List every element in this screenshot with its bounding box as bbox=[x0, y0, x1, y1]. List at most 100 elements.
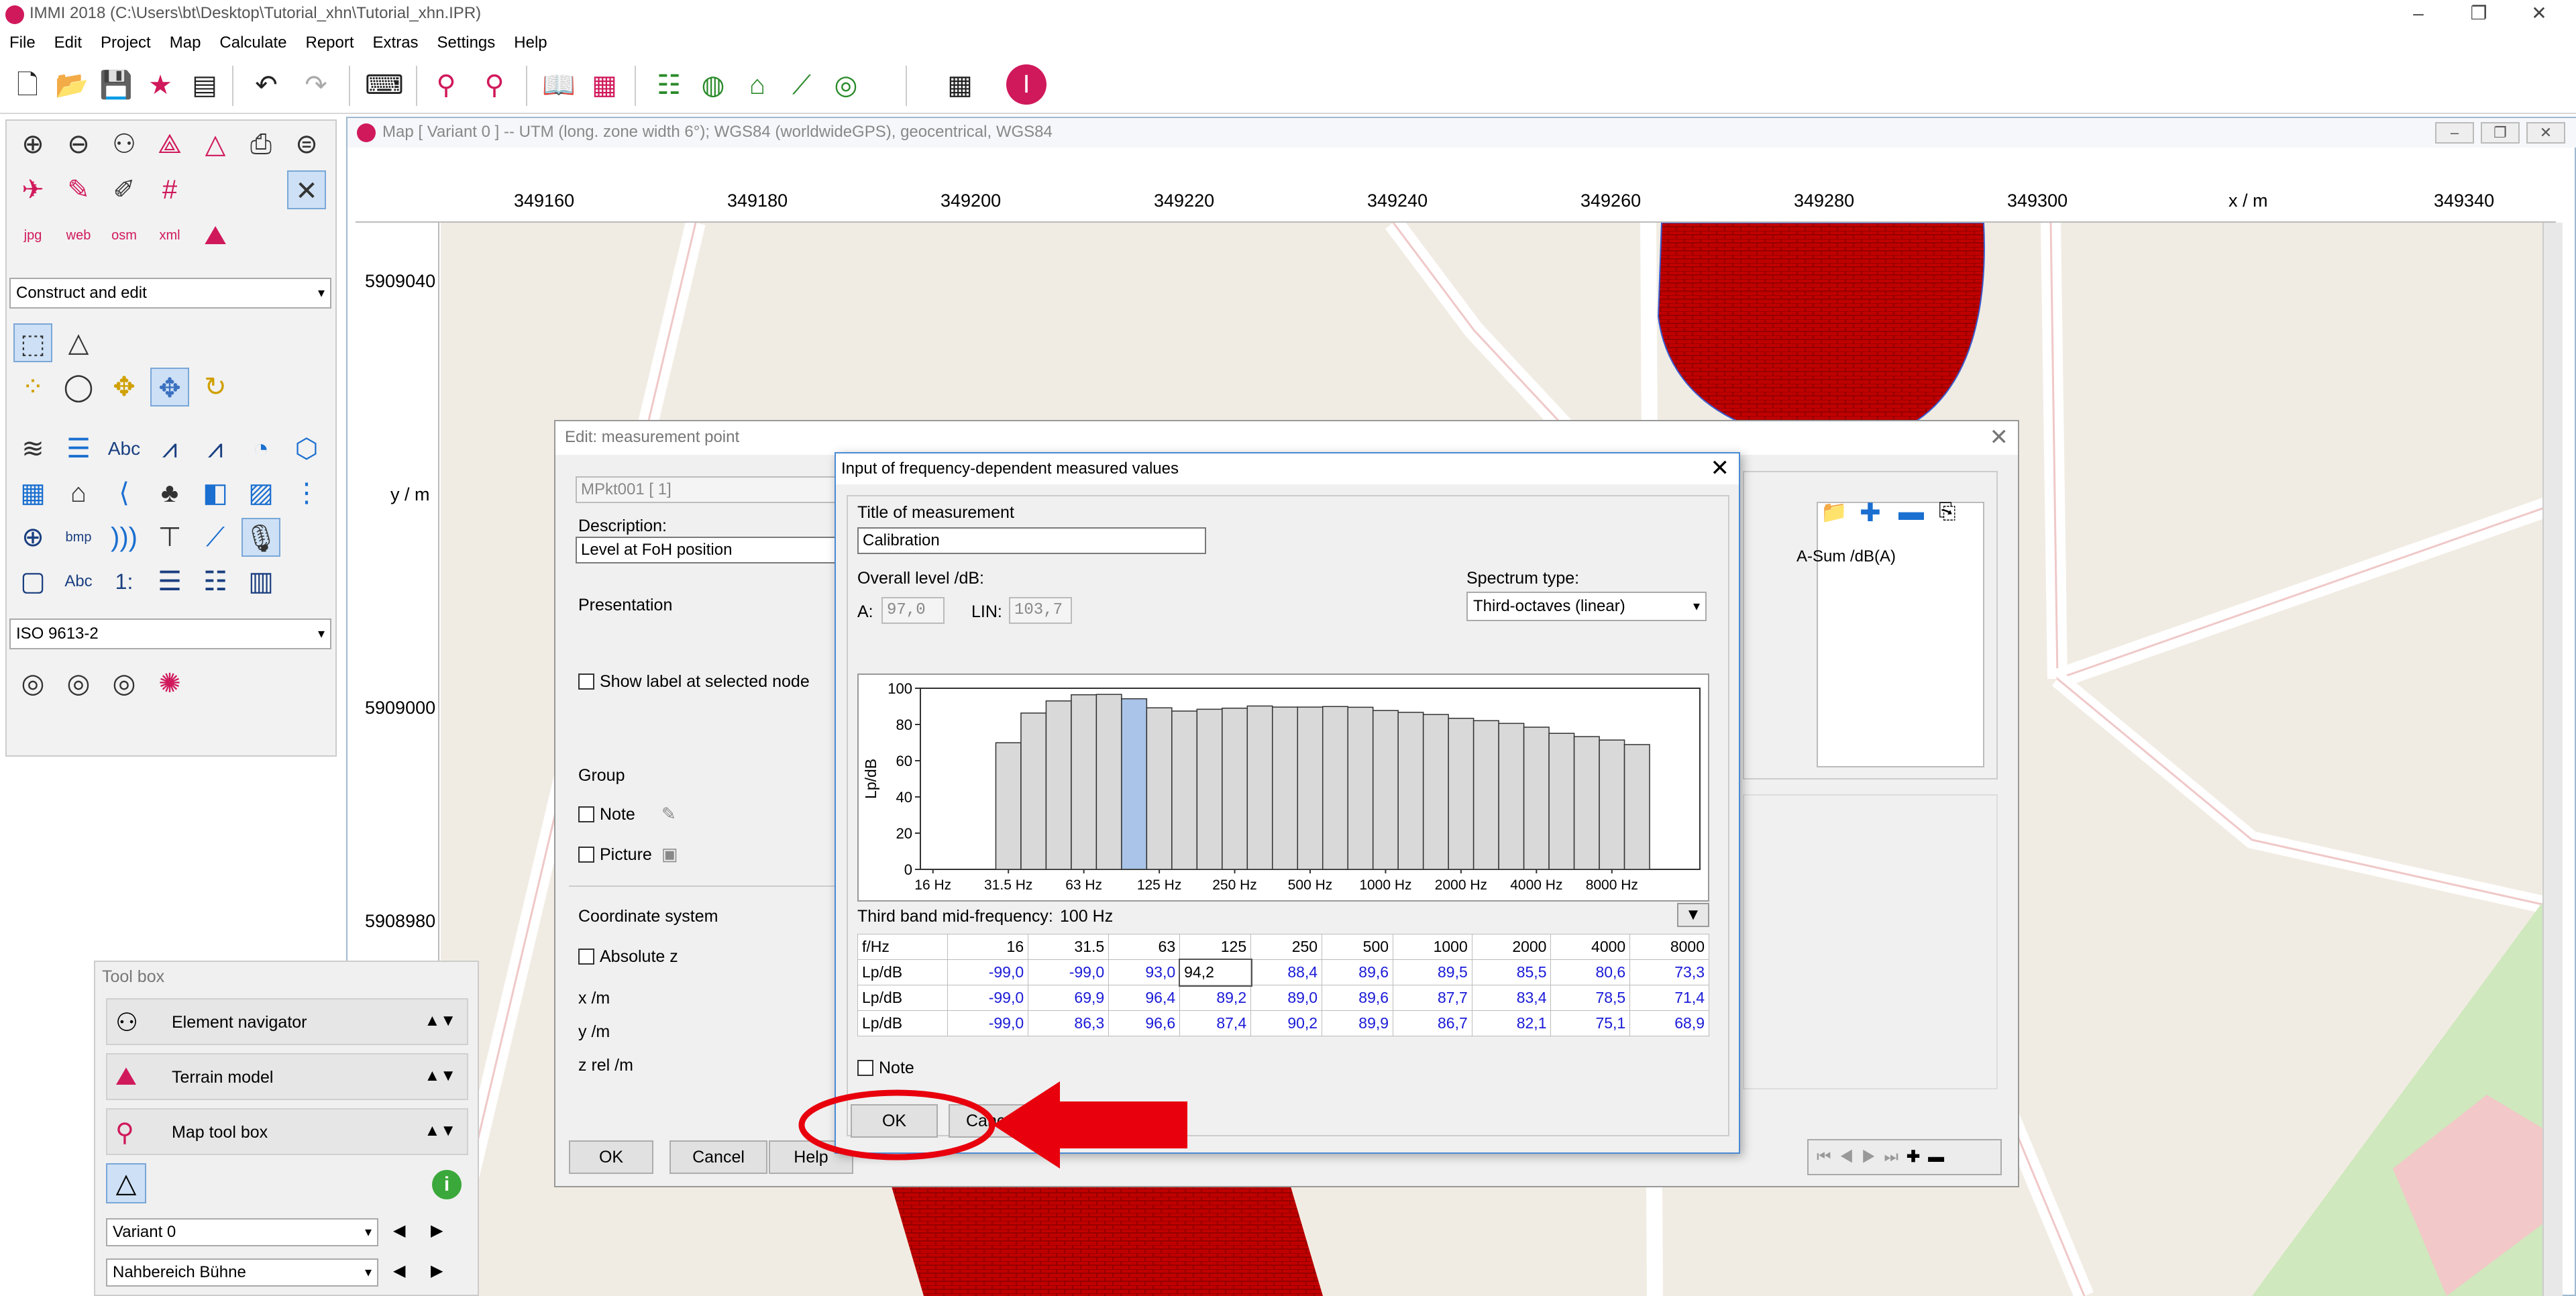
minimize-button[interactable]: – bbox=[2395, 0, 2442, 30]
export-icon[interactable]: ⎘ bbox=[1939, 499, 1956, 525]
map-minimize-button[interactable]: – bbox=[2435, 122, 2474, 144]
slope-icon[interactable]: ⟋ bbox=[196, 518, 235, 557]
bmp-icon[interactable]: bmp bbox=[59, 518, 98, 557]
map-close-button[interactable]: ✕ bbox=[2526, 122, 2565, 144]
spectrum-chart[interactable]: 0 20 40 60 80 100 Lp/dB 16 Hz 31.5 Hz 63 Hz 125 Hz… bbox=[857, 673, 1709, 902]
table-cell[interactable]: 89,9 bbox=[1322, 1010, 1394, 1036]
microphone-icon[interactable]: 🎙 bbox=[241, 518, 280, 557]
table-row[interactable]: Lp/dB -99,0 86,3 96,6 87,4 90,2 89,9 86,… bbox=[857, 1010, 1709, 1036]
settings-sliders-icon[interactable]: ☷ bbox=[651, 67, 687, 103]
table-cell[interactable]: 89,6 bbox=[1322, 959, 1394, 985]
record-navigator[interactable]: ⏮◀▶⏭✚▬ bbox=[1807, 1139, 2002, 1175]
xml-export-icon[interactable]: xml bbox=[150, 216, 189, 255]
map-pin-edit-icon[interactable]: ⚲ bbox=[476, 67, 513, 103]
table-cell-editing[interactable]: 94,2 bbox=[1178, 958, 1252, 987]
mode-select[interactable]: Construct and edit ▾ bbox=[9, 278, 331, 309]
table-cell[interactable]: -99,0 bbox=[947, 1010, 1029, 1036]
table-row[interactable]: Lp/dB -99,0 69,9 96,4 89,2 89,0 89,6 87,… bbox=[857, 985, 1709, 1011]
table-cell[interactable]: 89,6 bbox=[1322, 985, 1394, 1011]
table-cell[interactable]: 69,9 bbox=[1028, 985, 1110, 1011]
description-input[interactable]: Level at FoH position bbox=[576, 537, 844, 563]
target-ring-3-icon[interactable]: ◎ bbox=[105, 664, 144, 703]
text-abc-icon[interactable]: Abc bbox=[105, 429, 144, 468]
edit-polygon-icon[interactable]: △ bbox=[59, 323, 98, 362]
angle-icon[interactable]: ⬡ bbox=[287, 429, 326, 468]
columns-icon[interactable]: ▥ bbox=[241, 562, 280, 601]
map-vertical-scrollbar[interactable] bbox=[2542, 223, 2563, 1296]
area-select[interactable]: Nahbereich Bühne ▾ bbox=[106, 1258, 378, 1287]
next-area-icon[interactable]: ▶ bbox=[431, 1261, 443, 1281]
measurement-title-input[interactable]: Calibration bbox=[857, 527, 1206, 554]
grid-table-icon[interactable]: ▦ bbox=[586, 67, 623, 103]
list-icon[interactable]: ▤ bbox=[186, 67, 223, 103]
show-label-checkbox[interactable] bbox=[578, 673, 594, 690]
book-icon[interactable]: 📖 bbox=[541, 67, 577, 103]
table-cell[interactable]: 93,0 bbox=[1108, 959, 1181, 985]
house-icon[interactable]: ⌂ bbox=[739, 67, 775, 103]
table-cell[interactable]: 87,7 bbox=[1393, 985, 1472, 1011]
close-button[interactable]: ✕ bbox=[2516, 0, 2563, 30]
add-icon[interactable]: ✚ bbox=[1860, 498, 1881, 528]
table-cell[interactable]: -99,0 bbox=[1028, 959, 1110, 985]
table-icon[interactable]: ⊤ bbox=[150, 518, 189, 557]
doc-list-icon[interactable]: ☷ bbox=[196, 562, 235, 601]
grid-icon[interactable]: # bbox=[150, 170, 189, 209]
font-triangle-icon[interactable]: △ bbox=[196, 125, 235, 164]
rotate-icon[interactable]: ↻ bbox=[196, 368, 235, 407]
zoom-out-icon[interactable]: ⊖ bbox=[59, 125, 98, 164]
table-cell[interactable]: -99,0 bbox=[947, 959, 1029, 985]
table-cell[interactable]: 89,0 bbox=[1250, 985, 1323, 1011]
spectrum-type-select[interactable]: Third-octaves (linear) ▾ bbox=[1466, 592, 1707, 621]
keyboard-icon[interactable]: ⌨ bbox=[365, 67, 404, 103]
multi-select-icon[interactable]: ⁘ bbox=[13, 368, 52, 407]
frequency-dropdown-button[interactable]: ▼ bbox=[1677, 903, 1709, 927]
receiver-icon[interactable]: ⊕ bbox=[13, 518, 52, 557]
folder-icon[interactable]: 📁 bbox=[1821, 499, 1847, 525]
tree-icon[interactable]: ♣ bbox=[150, 474, 189, 512]
table-cell[interactable]: 78,5 bbox=[1550, 985, 1631, 1011]
table-cell[interactable]: 86,7 bbox=[1393, 1010, 1472, 1036]
save-icon[interactable]: 💾 bbox=[98, 67, 134, 103]
wall-icon[interactable]: ▦ bbox=[13, 474, 52, 512]
building-block[interactable] bbox=[890, 1182, 1323, 1296]
terrain-line-icon[interactable]: ⩘ bbox=[196, 429, 235, 468]
menu-file[interactable]: File bbox=[0, 30, 45, 56]
menu-project[interactable]: Project bbox=[91, 30, 160, 56]
redo-icon[interactable]: ↷ bbox=[298, 67, 334, 103]
edit-ok-button[interactable]: OK bbox=[569, 1140, 653, 1174]
radar-icon[interactable]: ✺ bbox=[150, 664, 189, 703]
numbering-icon[interactable]: 1: bbox=[105, 562, 144, 601]
edit-cancel-button[interactable]: Cancel bbox=[669, 1140, 767, 1174]
tools-icon[interactable]: ✕ bbox=[287, 170, 326, 209]
terrain-model-row[interactable]: ⛰ Terrain model ▲▼ bbox=[106, 1053, 468, 1100]
element-navigator-row[interactable]: ⚇ Element navigator ▲▼ bbox=[106, 998, 468, 1045]
frequency-table[interactable]: f/Hz 16 31.5 63 125 250 500 1000 2000 40… bbox=[857, 934, 1709, 1036]
menu-edit[interactable]: Edit bbox=[45, 30, 91, 56]
freq-dialog-close-icon[interactable]: ✕ bbox=[1711, 456, 1730, 480]
table-cell[interactable]: 88,4 bbox=[1250, 959, 1323, 985]
calculator-icon[interactable]: ▦ bbox=[942, 67, 978, 103]
picture-icon[interactable]: ▣ bbox=[661, 844, 678, 865]
table-cell[interactable]: -99,0 bbox=[947, 985, 1029, 1011]
sound-wave-icon[interactable]: ))) bbox=[105, 518, 144, 557]
target-icon[interactable]: ◎ bbox=[828, 67, 864, 103]
undo-icon[interactable]: ↶ bbox=[248, 67, 284, 103]
move-icon[interactable]: ✥ bbox=[105, 368, 144, 407]
variant-select[interactable]: Variant 0 ▾ bbox=[106, 1218, 378, 1246]
restore-button[interactable]: ❐ bbox=[2455, 0, 2502, 30]
menu-map[interactable]: Map bbox=[160, 30, 211, 56]
industry-icon[interactable]: ◧ bbox=[196, 474, 235, 512]
lasso-icon[interactable]: ◯ bbox=[59, 368, 98, 407]
map-tool-box-row[interactable]: ⚲ Map tool box ▲▼ bbox=[106, 1108, 468, 1155]
note-checkbox[interactable] bbox=[578, 806, 594, 822]
table-cell[interactable]: 96,4 bbox=[1108, 985, 1181, 1011]
table-cell[interactable]: 85,5 bbox=[1471, 959, 1552, 985]
target-ring-icon[interactable]: ◎ bbox=[13, 664, 52, 703]
globe-icon[interactable]: ◍ bbox=[695, 67, 731, 103]
traffic-light-icon[interactable]: ⋮ bbox=[287, 474, 326, 512]
hatch-icon[interactable]: ▨ bbox=[241, 474, 280, 512]
freq-note-checkbox[interactable] bbox=[857, 1060, 873, 1076]
absolute-z-checkbox[interactable] bbox=[578, 949, 594, 965]
osm-export-icon[interactable]: osm bbox=[105, 216, 144, 255]
table-cell[interactable]: 80,6 bbox=[1550, 959, 1631, 985]
